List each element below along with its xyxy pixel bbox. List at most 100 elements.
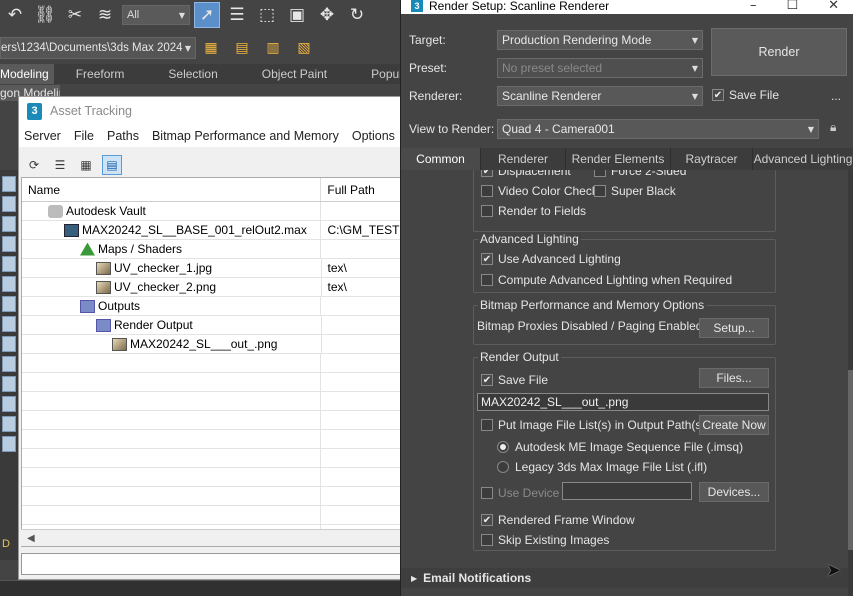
panel-scrollbar[interactable] [848,170,853,596]
target-dropdown[interactable]: Production Rendering Mode ▼ [497,30,703,50]
table-row[interactable]: Render Output [22,316,401,335]
name-cell: Outputs [22,297,322,315]
select-object-icon[interactable]: ➚ [194,2,220,28]
ribbon-tab-modeling[interactable]: Modeling [0,64,54,84]
tool-icon[interactable] [2,316,16,332]
skip-existing-images-option[interactable]: Skip Existing Images [481,533,609,547]
name-cell: Render Output [22,316,322,334]
bind-spacewarp-icon[interactable]: ≋ [92,2,118,28]
table-row[interactable]: MAX20242_SL___out_.png [22,335,401,354]
tool-icon[interactable] [2,196,16,212]
project-path-dropdown[interactable]: ers\1234\Documents\3ds Max 2024 ▼ [0,37,196,59]
setup-button[interactable]: Setup... [699,318,769,338]
tool-icon[interactable] [2,376,16,392]
tool-icon[interactable] [2,236,16,252]
compute-advanced-lighting-option[interactable]: Compute Advanced Lighting when Required [481,273,732,287]
ribbon-tab-freeform[interactable]: Freeform [54,64,147,84]
rectangular-selection-icon[interactable]: ⬚ [254,2,280,28]
render-output-save-file-option[interactable]: ✔ Save File [481,373,548,387]
window-crossing-icon[interactable]: ▣ [284,2,310,28]
select-by-name-icon[interactable]: ☰ [224,2,250,28]
table-row[interactable]: UV_checker_1.jpg tex\ [22,259,401,278]
tab-renderer[interactable]: Renderer [481,148,566,170]
menu-paths[interactable]: Paths [107,129,139,143]
table-row[interactable]: Autodesk Vault [22,202,401,221]
tab-common[interactable]: Common [401,148,481,170]
main-toolbar: ↶ ⛓ ✂ ≋ All ▼ ➚ ☰ ⬚ ▣ ✥ ↻ [0,0,400,30]
undo-icon[interactable]: ↶ [2,2,28,28]
asset-tracking-titlebar[interactable]: 3 Asset Tracking [19,97,402,125]
link-icon[interactable]: ⛓ [32,2,58,28]
email-notifications-rollout[interactable]: ▶ Email Notifications [401,568,853,588]
ribbon-tab-selection[interactable]: Selection [146,64,239,84]
table-view-icon[interactable]: ▤ [102,155,122,175]
more-options-button[interactable]: ... [831,89,841,103]
use-device-option[interactable]: Use Device [481,486,559,500]
output-filename-field[interactable]: MAX20242_SL___out_.png [477,393,769,411]
lock-icon[interactable]: 🔒︎ [830,120,842,134]
save-file-toggle[interactable]: ✔ Save File [712,88,779,102]
column-header-full-path[interactable]: Full Path [321,178,401,201]
project-folder-icon[interactable]: ▦ [198,36,224,60]
table-row[interactable]: MAX20242_SL__BASE_001_relOut2.max C:\GM_T… [22,221,401,240]
minimize-icon[interactable]: – [750,0,757,12]
render-setup-titlebar[interactable]: 3 Render Setup: Scanline Renderer – ☐ ✕ [401,0,853,14]
tool-icon[interactable] [2,276,16,292]
view-to-render-dropdown[interactable]: Quad 4 - Camera001 ▼ [497,119,819,139]
scrollbar-thumb[interactable] [848,370,853,550]
table-row[interactable]: Outputs [22,297,401,316]
use-advanced-lighting-option[interactable]: ✔ Use Advanced Lighting [481,252,621,266]
super-black-option[interactable]: Super Black [594,184,676,198]
tool-icon[interactable] [2,216,16,232]
table-row[interactable]: Maps / Shaders [22,240,401,259]
imsq-radio-option[interactable]: Autodesk ME Image Sequence File (.imsq) [497,440,743,454]
list-view-icon[interactable]: ☰ [50,155,70,175]
close-icon[interactable]: ✕ [828,0,839,12]
ifl-radio-option[interactable]: Legacy 3ds Max Image File List (.ifl) [497,460,707,474]
tool-icon[interactable] [2,176,16,192]
device-field[interactable] [562,482,692,500]
tool-icon[interactable] [2,296,16,312]
table-row[interactable]: UV_checker_2.png tex\ [22,278,401,297]
selection-filter-dropdown[interactable]: All ▼ [122,5,190,25]
use-device-label: Use Device [498,486,560,500]
tool-icon[interactable] [2,356,16,372]
menu-server[interactable]: Server [24,129,61,143]
render-to-fields-option[interactable]: Render to Fields [481,204,586,218]
put-image-file-list-option[interactable]: Put Image File List(s) in Output Path(s) [481,418,705,432]
column-header-name[interactable]: Name [22,178,322,201]
render-button[interactable]: Render [711,28,847,76]
video-color-check-option[interactable]: Video Color Check [481,184,598,198]
unlink-icon[interactable]: ✂ [62,2,88,28]
rendered-frame-window-option[interactable]: ✔ Rendered Frame Window [481,513,635,527]
rotate-icon[interactable]: ↻ [344,2,370,28]
tool-icon[interactable] [2,436,16,452]
maximize-icon[interactable]: ☐ [786,0,798,12]
project-settings-icon[interactable]: ▧ [291,36,317,60]
preset-dropdown[interactable]: No preset selected ▼ [497,58,703,78]
menu-bitmap-performance[interactable]: Bitmap Performance and Memory [152,129,339,143]
ribbon-tab-object-paint[interactable]: Object Paint [240,64,349,84]
tool-icon[interactable] [2,336,16,352]
timeline-bar[interactable] [0,580,400,596]
devices-button[interactable]: Devices... [699,482,769,502]
horizontal-scrollbar[interactable]: ◀ [21,529,402,546]
tab-raytracer[interactable]: Raytracer [671,148,753,170]
create-now-button[interactable]: Create Now [699,415,769,435]
refresh-icon[interactable]: ⟳ [24,155,44,175]
files-button[interactable]: Files... [699,368,769,388]
tool-icon[interactable] [2,256,16,272]
thumbnail-view-icon[interactable]: ▦ [76,155,96,175]
menu-file[interactable]: File [74,129,94,143]
force-2-sided-option[interactable]: Force 2-Sided [594,170,686,178]
displacement-option[interactable]: ✔ Displacement [481,170,571,178]
tool-icon[interactable] [2,396,16,412]
tab-render-elements[interactable]: Render Elements [566,148,671,170]
tool-icon[interactable] [2,416,16,432]
move-icon[interactable]: ✥ [314,2,340,28]
project-save-icon[interactable]: ▥ [260,36,286,60]
renderer-dropdown[interactable]: Scanline Renderer ▼ [497,86,703,106]
menu-options[interactable]: Options [352,129,395,143]
tab-advanced-lighting[interactable]: Advanced Lighting [753,148,853,170]
project-open-icon[interactable]: ▤ [229,36,255,60]
